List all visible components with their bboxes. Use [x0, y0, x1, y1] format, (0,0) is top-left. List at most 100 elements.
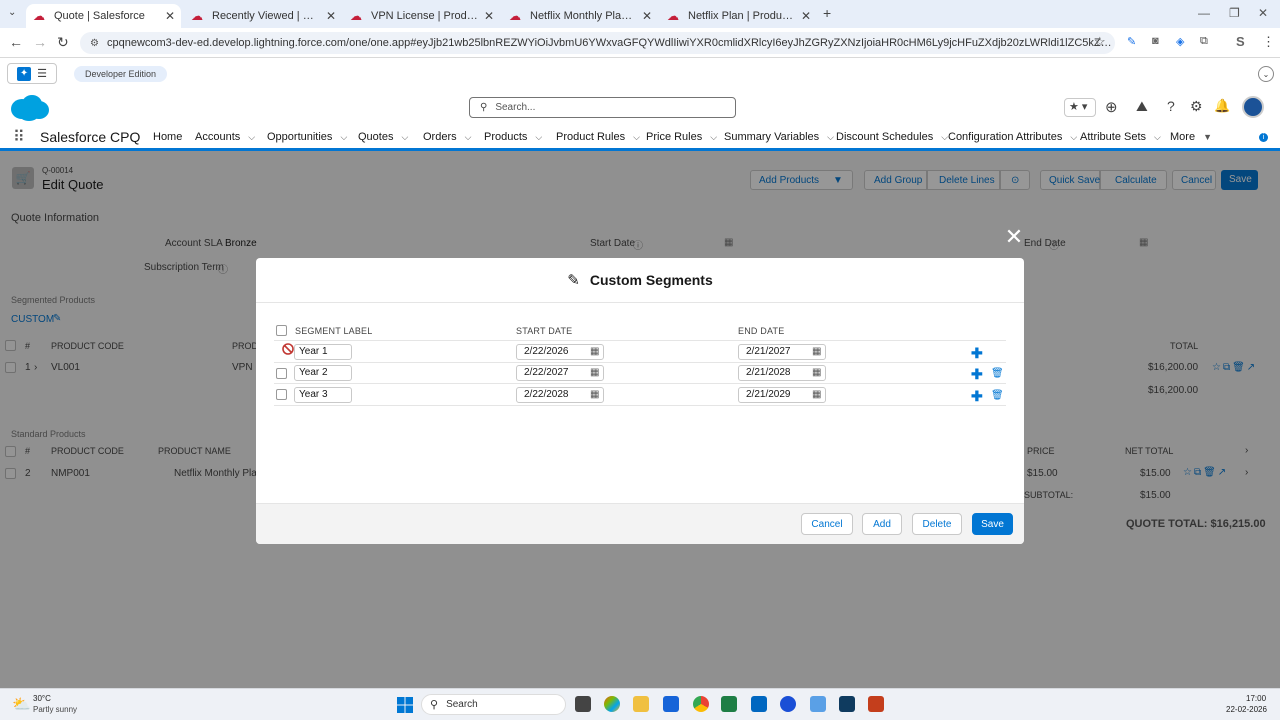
reload-icon[interactable]: ↻ [57, 34, 69, 51]
user-avatar[interactable] [1242, 96, 1264, 118]
add-segment-plus-icon[interactable]: ✚ [971, 346, 983, 360]
segment-label-input-2[interactable]: Year 2 [294, 365, 352, 381]
nav-quotes[interactable]: Quotes ⌵ [358, 131, 408, 143]
nav-price-rules[interactable]: Price Rules ⌵ [646, 131, 717, 143]
help-icon[interactable]: ? [1167, 98, 1175, 114]
store-icon[interactable] [663, 696, 679, 712]
nav-opportunities[interactable]: Opportunities ⌵ [267, 131, 347, 143]
chevron-down-icon[interactable]: ⌵ [248, 132, 255, 142]
nav-more[interactable]: More ▼ [1170, 131, 1212, 143]
browser-tab-vpn-license[interactable]: ☁ VPN License | Product | Salesfor ✕ [343, 4, 500, 28]
shield-extension-icon[interactable]: ◈ [1176, 35, 1184, 48]
browser-tab-netflix-plan[interactable]: ☁ Netflix Plan | Product | Salesforc ✕ [660, 4, 817, 28]
excel-icon[interactable] [721, 696, 737, 712]
cancel-button[interactable]: Cancel [801, 513, 853, 535]
app-launcher-grid-icon[interactable]: ⠿ [13, 127, 25, 147]
site-info-icon[interactable]: ⚙ [90, 38, 99, 49]
nav-discount-schedules[interactable]: Discount Schedules ⌵ [836, 131, 948, 143]
nav-product-rules[interactable]: Product Rules ⌵ [556, 131, 640, 143]
save-button[interactable]: Save [972, 513, 1013, 535]
favorites-star-icon[interactable]: ★ ▾ [1064, 98, 1096, 117]
taskbar-search-box[interactable]: ⚲ Search [421, 694, 566, 715]
chevron-down-icon[interactable]: ⌵ [710, 132, 717, 142]
copilot-icon[interactable] [604, 696, 620, 712]
global-search-input[interactable]: ⚲ Search... [469, 97, 736, 118]
extension-wrench-icon[interactable]: ✎ [1127, 35, 1136, 48]
terminal-icon[interactable] [839, 696, 855, 712]
zoom-icon[interactable] [780, 696, 796, 712]
add-segment-plus-icon[interactable]: ✚ [971, 367, 983, 381]
weather-sun-icon[interactable]: ⛅ [12, 695, 31, 713]
chevron-down-icon[interactable]: ⌵ [633, 132, 640, 142]
app-icon[interactable] [751, 696, 767, 712]
calendar-icon[interactable]: ▦ [590, 346, 599, 357]
chevron-down-icon[interactable]: ⌵ [1070, 132, 1077, 142]
browser-tab-netflix-monthly[interactable]: ☁ Netflix Monthly Plan | Product | ✕ [502, 4, 658, 28]
file-explorer-icon[interactable] [633, 696, 649, 712]
select-all-segments-checkbox[interactable] [276, 325, 287, 336]
calendar-icon[interactable]: ▦ [812, 346, 821, 357]
segment-label-input-3[interactable]: Year 3 [294, 387, 352, 403]
address-bar[interactable]: ⚙ cpqnewcom3-dev-ed.develop.lightning.fo… [80, 32, 1115, 54]
notifications-bell-icon[interactable]: 🔔 [1214, 98, 1230, 114]
chevron-down-icon[interactable]: ⌵ [1154, 132, 1161, 142]
nav-configuration-attributes[interactable]: Configuration Attributes ⌵ [948, 131, 1077, 143]
close-tab-icon[interactable]: ✕ [326, 9, 336, 23]
extensions-puzzle-icon[interactable]: ⧉ [1200, 35, 1208, 48]
notepad-icon[interactable] [810, 696, 826, 712]
nav-attribute-sets[interactable]: Attribute Sets ⌵ [1080, 131, 1161, 143]
powerpoint-icon[interactable] [868, 696, 884, 712]
chevron-down-icon[interactable]: ⌵ [535, 132, 542, 142]
calendar-icon[interactable]: ▦ [590, 367, 599, 378]
minimize-icon[interactable]: — [1198, 6, 1210, 20]
info-icon[interactable]: i [1259, 133, 1268, 142]
setup-assistant-toggle[interactable]: ✦ ☰ [7, 63, 57, 84]
add-button[interactable]: Add [862, 513, 902, 535]
close-tab-icon[interactable]: ✕ [642, 9, 652, 23]
browser-menu-icon[interactable]: ⋮ [1262, 34, 1275, 50]
calendar-icon[interactable]: ▦ [812, 389, 821, 400]
tab-search-chevron-icon[interactable]: ⌄ [8, 7, 16, 18]
profile-extension-icon[interactable]: S [1236, 34, 1245, 49]
nav-accounts[interactable]: Accounts ⌵ [195, 131, 255, 143]
close-tab-icon[interactable]: ✕ [484, 9, 494, 23]
restore-icon[interactable]: ❐ [1229, 6, 1240, 20]
chevron-down-icon[interactable]: ⌵ [465, 132, 472, 142]
bookmark-star-icon[interactable]: ☆ [1094, 34, 1106, 50]
delete-trash-icon[interactable]: 🗑 [991, 368, 1004, 379]
salesforce-logo[interactable] [10, 94, 50, 122]
close-modal-icon[interactable]: ✕ [1004, 226, 1024, 248]
add-segment-plus-icon[interactable]: ✚ [971, 389, 983, 403]
nav-products[interactable]: Products ⌵ [484, 131, 542, 143]
trailhead-icon[interactable]: ⛰ [1136, 98, 1148, 115]
caret-down-icon[interactable]: ▼ [1203, 132, 1212, 142]
chrome-icon[interactable] [693, 696, 709, 712]
close-window-icon[interactable]: ✕ [1258, 6, 1268, 20]
close-tab-icon[interactable]: ✕ [801, 9, 811, 23]
settings-gear-icon[interactable]: ⚙ [1190, 98, 1203, 115]
browser-tab-recently-viewed[interactable]: ☁ Recently Viewed | Products | Sa ✕ [184, 4, 342, 28]
new-tab-icon[interactable]: + [823, 5, 831, 21]
nav-home[interactable]: Home [153, 131, 182, 143]
windows-start-icon[interactable] [397, 697, 413, 713]
chevron-down-icon[interactable]: ⌄ [1258, 66, 1274, 82]
calendar-icon[interactable]: ▦ [590, 389, 599, 400]
chevron-down-icon[interactable]: ⌵ [340, 132, 347, 142]
chevron-down-icon[interactable]: ⌵ [401, 132, 408, 142]
camera-extension-icon[interactable]: ◙ [1152, 35, 1159, 47]
back-icon[interactable]: ← [9, 34, 23, 50]
chevron-down-icon[interactable]: ⌵ [827, 132, 834, 142]
delete-trash-icon[interactable]: 🗑 [991, 390, 1004, 401]
forward-icon[interactable]: → [33, 34, 47, 50]
browser-tab-quote[interactable]: ☁ Quote | Salesforce ✕ [26, 4, 181, 28]
close-tab-icon[interactable]: ✕ [165, 9, 175, 23]
task-view-icon[interactable] [575, 696, 591, 712]
global-create-icon[interactable]: ⊕ [1105, 98, 1118, 116]
segment-label-input-1[interactable]: Year 1 [294, 344, 352, 360]
segment-row-checkbox-3[interactable] [276, 389, 287, 400]
segment-row-checkbox-2[interactable] [276, 368, 287, 379]
delete-button[interactable]: Delete [912, 513, 962, 535]
nav-orders[interactable]: Orders ⌵ [423, 131, 471, 143]
calendar-icon[interactable]: ▦ [812, 367, 821, 378]
nav-summary-variables[interactable]: Summary Variables ⌵ [724, 131, 834, 143]
